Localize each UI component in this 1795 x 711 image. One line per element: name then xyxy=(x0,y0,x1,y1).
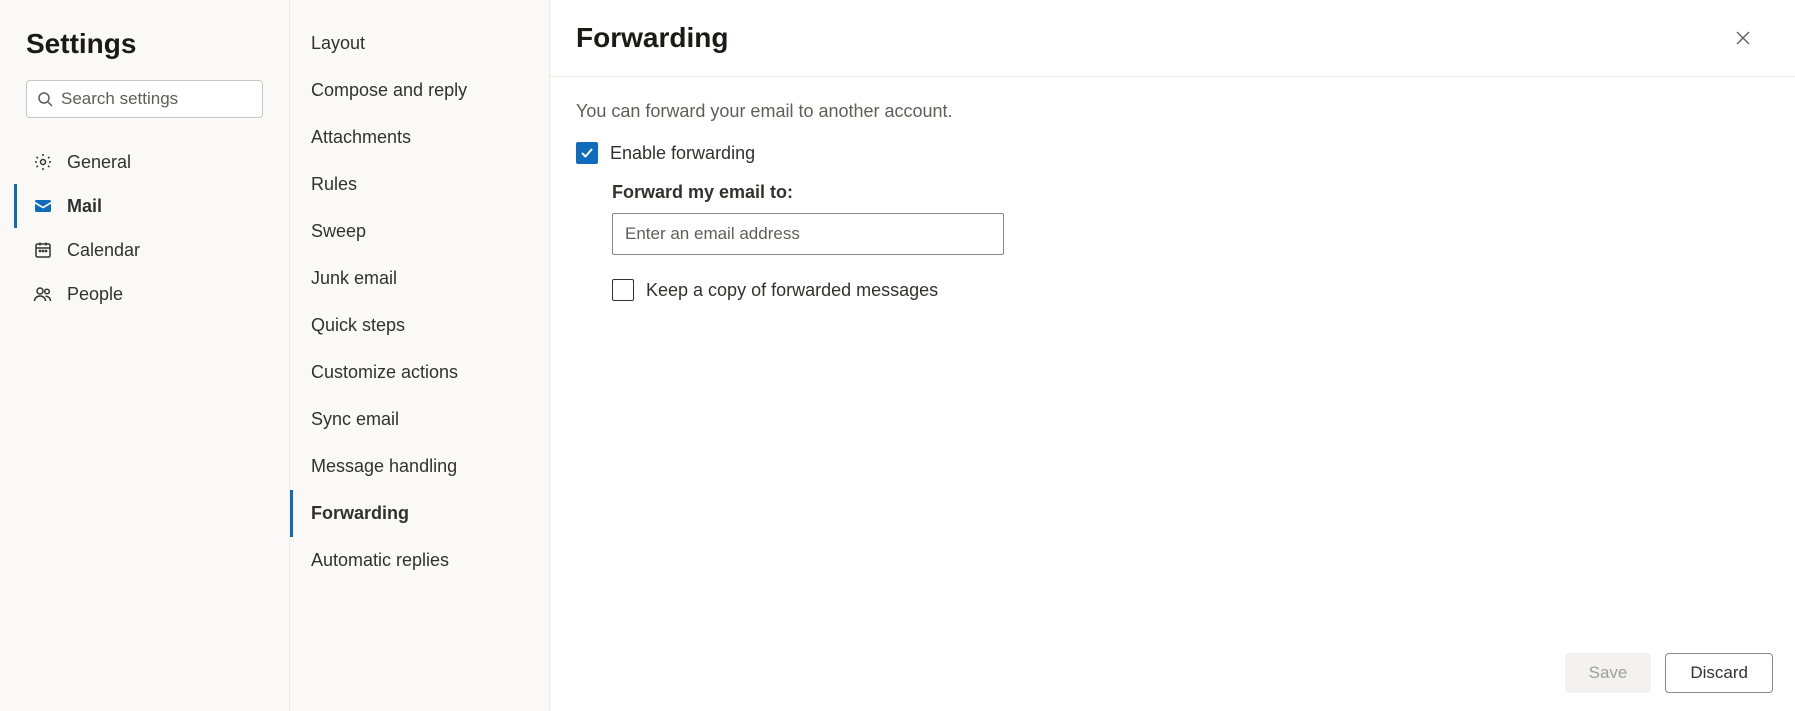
subnav-label: Rules xyxy=(311,174,357,195)
subnav-label: Automatic replies xyxy=(311,550,449,571)
enable-forwarding-checkbox[interactable] xyxy=(576,142,598,164)
calendar-icon xyxy=(33,240,53,260)
subnav-item-customize-actions[interactable]: Customize actions xyxy=(290,349,549,396)
subnav-item-sync-email[interactable]: Sync email xyxy=(290,396,549,443)
sidebar-category-people[interactable]: People xyxy=(14,272,275,316)
subnav-item-junk-email[interactable]: Junk email xyxy=(290,255,549,302)
save-button-label: Save xyxy=(1589,663,1628,683)
subnav-item-layout[interactable]: Layout xyxy=(290,20,549,67)
subnav-item-rules[interactable]: Rules xyxy=(290,161,549,208)
search-icon xyxy=(37,91,53,107)
sidebar-category-general[interactable]: General xyxy=(14,140,275,184)
subnav-item-message-handling[interactable]: Message handling xyxy=(290,443,549,490)
search-settings-input[interactable] xyxy=(61,89,252,109)
forwarding-description: You can forward your email to another ac… xyxy=(576,101,1769,122)
checkmark-icon xyxy=(580,146,594,160)
sidebar-category-label: Calendar xyxy=(67,240,140,261)
subnav-label: Attachments xyxy=(311,127,411,148)
pane-title: Forwarding xyxy=(576,22,728,54)
search-settings-field[interactable] xyxy=(26,80,263,118)
gear-icon xyxy=(33,152,53,172)
subnav-label: Layout xyxy=(311,33,365,54)
settings-title: Settings xyxy=(14,18,275,80)
pane-header: Forwarding xyxy=(550,0,1795,77)
save-button[interactable]: Save xyxy=(1565,653,1652,693)
subnav-label: Customize actions xyxy=(311,362,458,383)
subnav-item-automatic-replies[interactable]: Automatic replies xyxy=(290,537,549,584)
sidebar-category-label: People xyxy=(67,284,123,305)
keep-copy-checkbox[interactable] xyxy=(612,279,634,301)
sidebar-category-mail[interactable]: Mail xyxy=(14,184,275,228)
keep-copy-label: Keep a copy of forwarded messages xyxy=(646,280,938,301)
pane-footer: Save Discard xyxy=(1565,653,1773,693)
discard-button-label: Discard xyxy=(1690,663,1748,683)
discard-button[interactable]: Discard xyxy=(1665,653,1773,693)
subnav-label: Message handling xyxy=(311,456,457,477)
subnav-item-forwarding[interactable]: Forwarding xyxy=(290,490,549,537)
people-icon xyxy=(33,284,53,304)
enable-forwarding-row: Enable forwarding xyxy=(576,142,1769,164)
subnav-item-compose-and-reply[interactable]: Compose and reply xyxy=(290,67,549,114)
subnav-label: Junk email xyxy=(311,268,397,289)
subnav-label: Sync email xyxy=(311,409,399,430)
sidebar-category-calendar[interactable]: Calendar xyxy=(14,228,275,272)
subnav-label: Sweep xyxy=(311,221,366,242)
keep-copy-row: Keep a copy of forwarded messages xyxy=(612,279,1769,301)
subnav-item-quick-steps[interactable]: Quick steps xyxy=(290,302,549,349)
subnav-item-attachments[interactable]: Attachments xyxy=(290,114,549,161)
settings-detail-pane: Forwarding You can forward your email to… xyxy=(550,0,1795,711)
subnav-label: Quick steps xyxy=(311,315,405,336)
subnav-label: Forwarding xyxy=(311,503,409,524)
pane-body: You can forward your email to another ac… xyxy=(550,77,1795,711)
forward-to-label: Forward my email to: xyxy=(612,182,1769,203)
subnav-label: Compose and reply xyxy=(311,80,467,101)
sidebar-category-label: Mail xyxy=(67,196,102,217)
enable-forwarding-label: Enable forwarding xyxy=(610,143,755,164)
close-icon xyxy=(1735,30,1751,46)
subnav-item-sweep[interactable]: Sweep xyxy=(290,208,549,255)
settings-sidebar: Settings General Mail Calendar xyxy=(0,0,290,711)
mail-icon xyxy=(33,196,53,216)
settings-subnav: Layout Compose and reply Attachments Rul… xyxy=(290,0,550,711)
forward-to-input[interactable] xyxy=(612,213,1004,255)
close-button[interactable] xyxy=(1727,22,1759,54)
sidebar-category-label: General xyxy=(67,152,131,173)
